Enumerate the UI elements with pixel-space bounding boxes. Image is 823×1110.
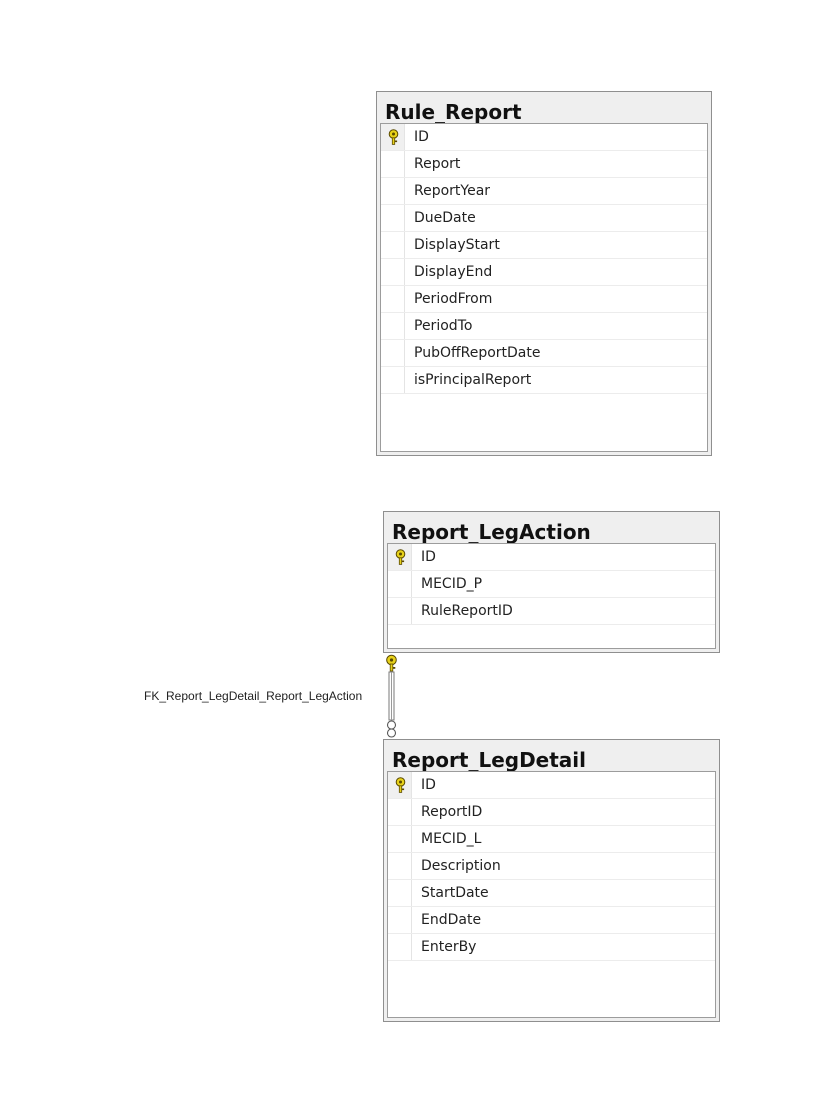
relationship-label[interactable]: FK_Report_LegDetail_Report_LegAction [144,689,362,703]
relationship-key-end-icon [386,654,397,672]
relationship-line[interactable] [388,671,395,721]
relationship-infinity-end-icon [386,720,397,738]
relationship-connector[interactable] [0,0,823,1110]
